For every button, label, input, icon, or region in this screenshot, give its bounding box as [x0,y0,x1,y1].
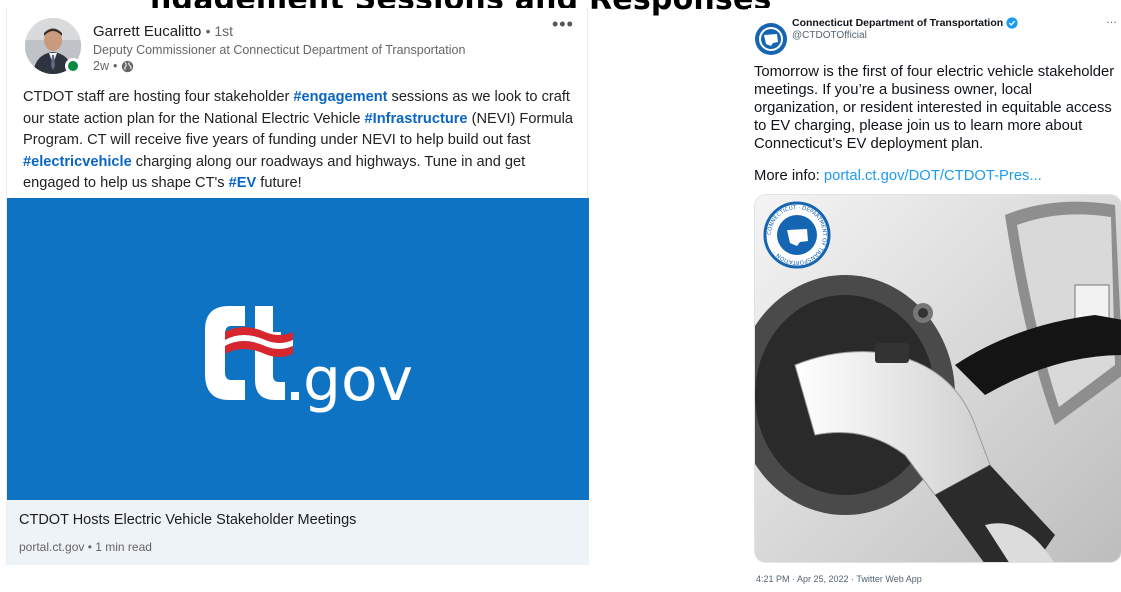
hashtag-link[interactable]: #engagement [293,89,387,105]
post-time: 2w [93,59,109,73]
more-info-label: More info: [754,168,824,184]
author-headline: Deputy Commissioner at Connecticut Depar… [93,43,466,57]
time-separator: • [112,59,118,73]
author-name-row: Garrett Eucalitto • 1st [93,23,233,40]
tweet-author-name[interactable]: Connecticut Department of Transportation [792,17,1003,29]
logo-gov-text: gov [303,345,413,415]
ctdot-avatar-icon[interactable] [754,22,788,56]
globe-icon [122,60,134,72]
hashtag-link[interactable]: #Infrastructure [365,111,468,127]
ev-charger-photo: CONNECTICUT · DEPARTMENT OF TRANSPORTATI… [755,195,1121,562]
verified-badge-icon [1006,17,1018,29]
tweet-body-text: Tomorrow is the first of four electric v… [754,64,1115,152]
more-info-link[interactable]: portal.ct.gov/DOT/CTDOT-Pres... [824,168,1042,184]
author-name[interactable]: Garrett Eucalitto [93,23,201,40]
post-time-row: 2w • [93,59,134,73]
shared-link-meta: portal.ct.gov • 1 min read [19,540,152,554]
post-body-text: CTDOT staff are hosting four stakeholder… [23,87,579,195]
post-text-segment: future! [256,175,302,191]
tweet-media-image[interactable]: CONNECTICUT · DEPARTMENT OF TRANSPORTATI… [754,194,1121,563]
twitter-post-card: Connecticut Department of Transportation… [748,8,1121,592]
tweet-author-handle[interactable]: @CTDOTOfficial [792,30,867,41]
hashtag-link[interactable]: #EV [229,175,257,191]
online-status-dot [65,58,81,74]
tweet-more-info: More info: portal.ct.gov/DOT/CTDOT-Pres.… [754,168,1042,184]
post-text-segment: CTDOT staff are hosting four stakeholder [23,89,294,105]
tweet-author-name-row[interactable]: Connecticut Department of Transportation [792,17,1018,29]
linkedin-post-card: Garrett Eucalitto • 1st Deputy Commissio… [6,8,589,565]
post-options-button[interactable]: ••• [552,14,574,35]
tweet-options-button[interactable]: … [1106,14,1117,26]
connection-degree: 1st [214,23,234,39]
shared-link-title[interactable]: CTDOT Hosts Electric Vehicle Stakeholder… [19,512,356,528]
shared-link-footer[interactable]: CTDOT Hosts Electric Vehicle Stakeholder… [7,500,589,565]
hashtag-link[interactable]: #electricvehicle [23,154,132,170]
ct-gov-logo: gov [205,306,413,415]
tweet-timestamp[interactable]: 4:21 PM · Apr 25, 2022 · Twitter Web App [756,574,922,584]
shared-link-image[interactable]: gov [7,198,589,500]
